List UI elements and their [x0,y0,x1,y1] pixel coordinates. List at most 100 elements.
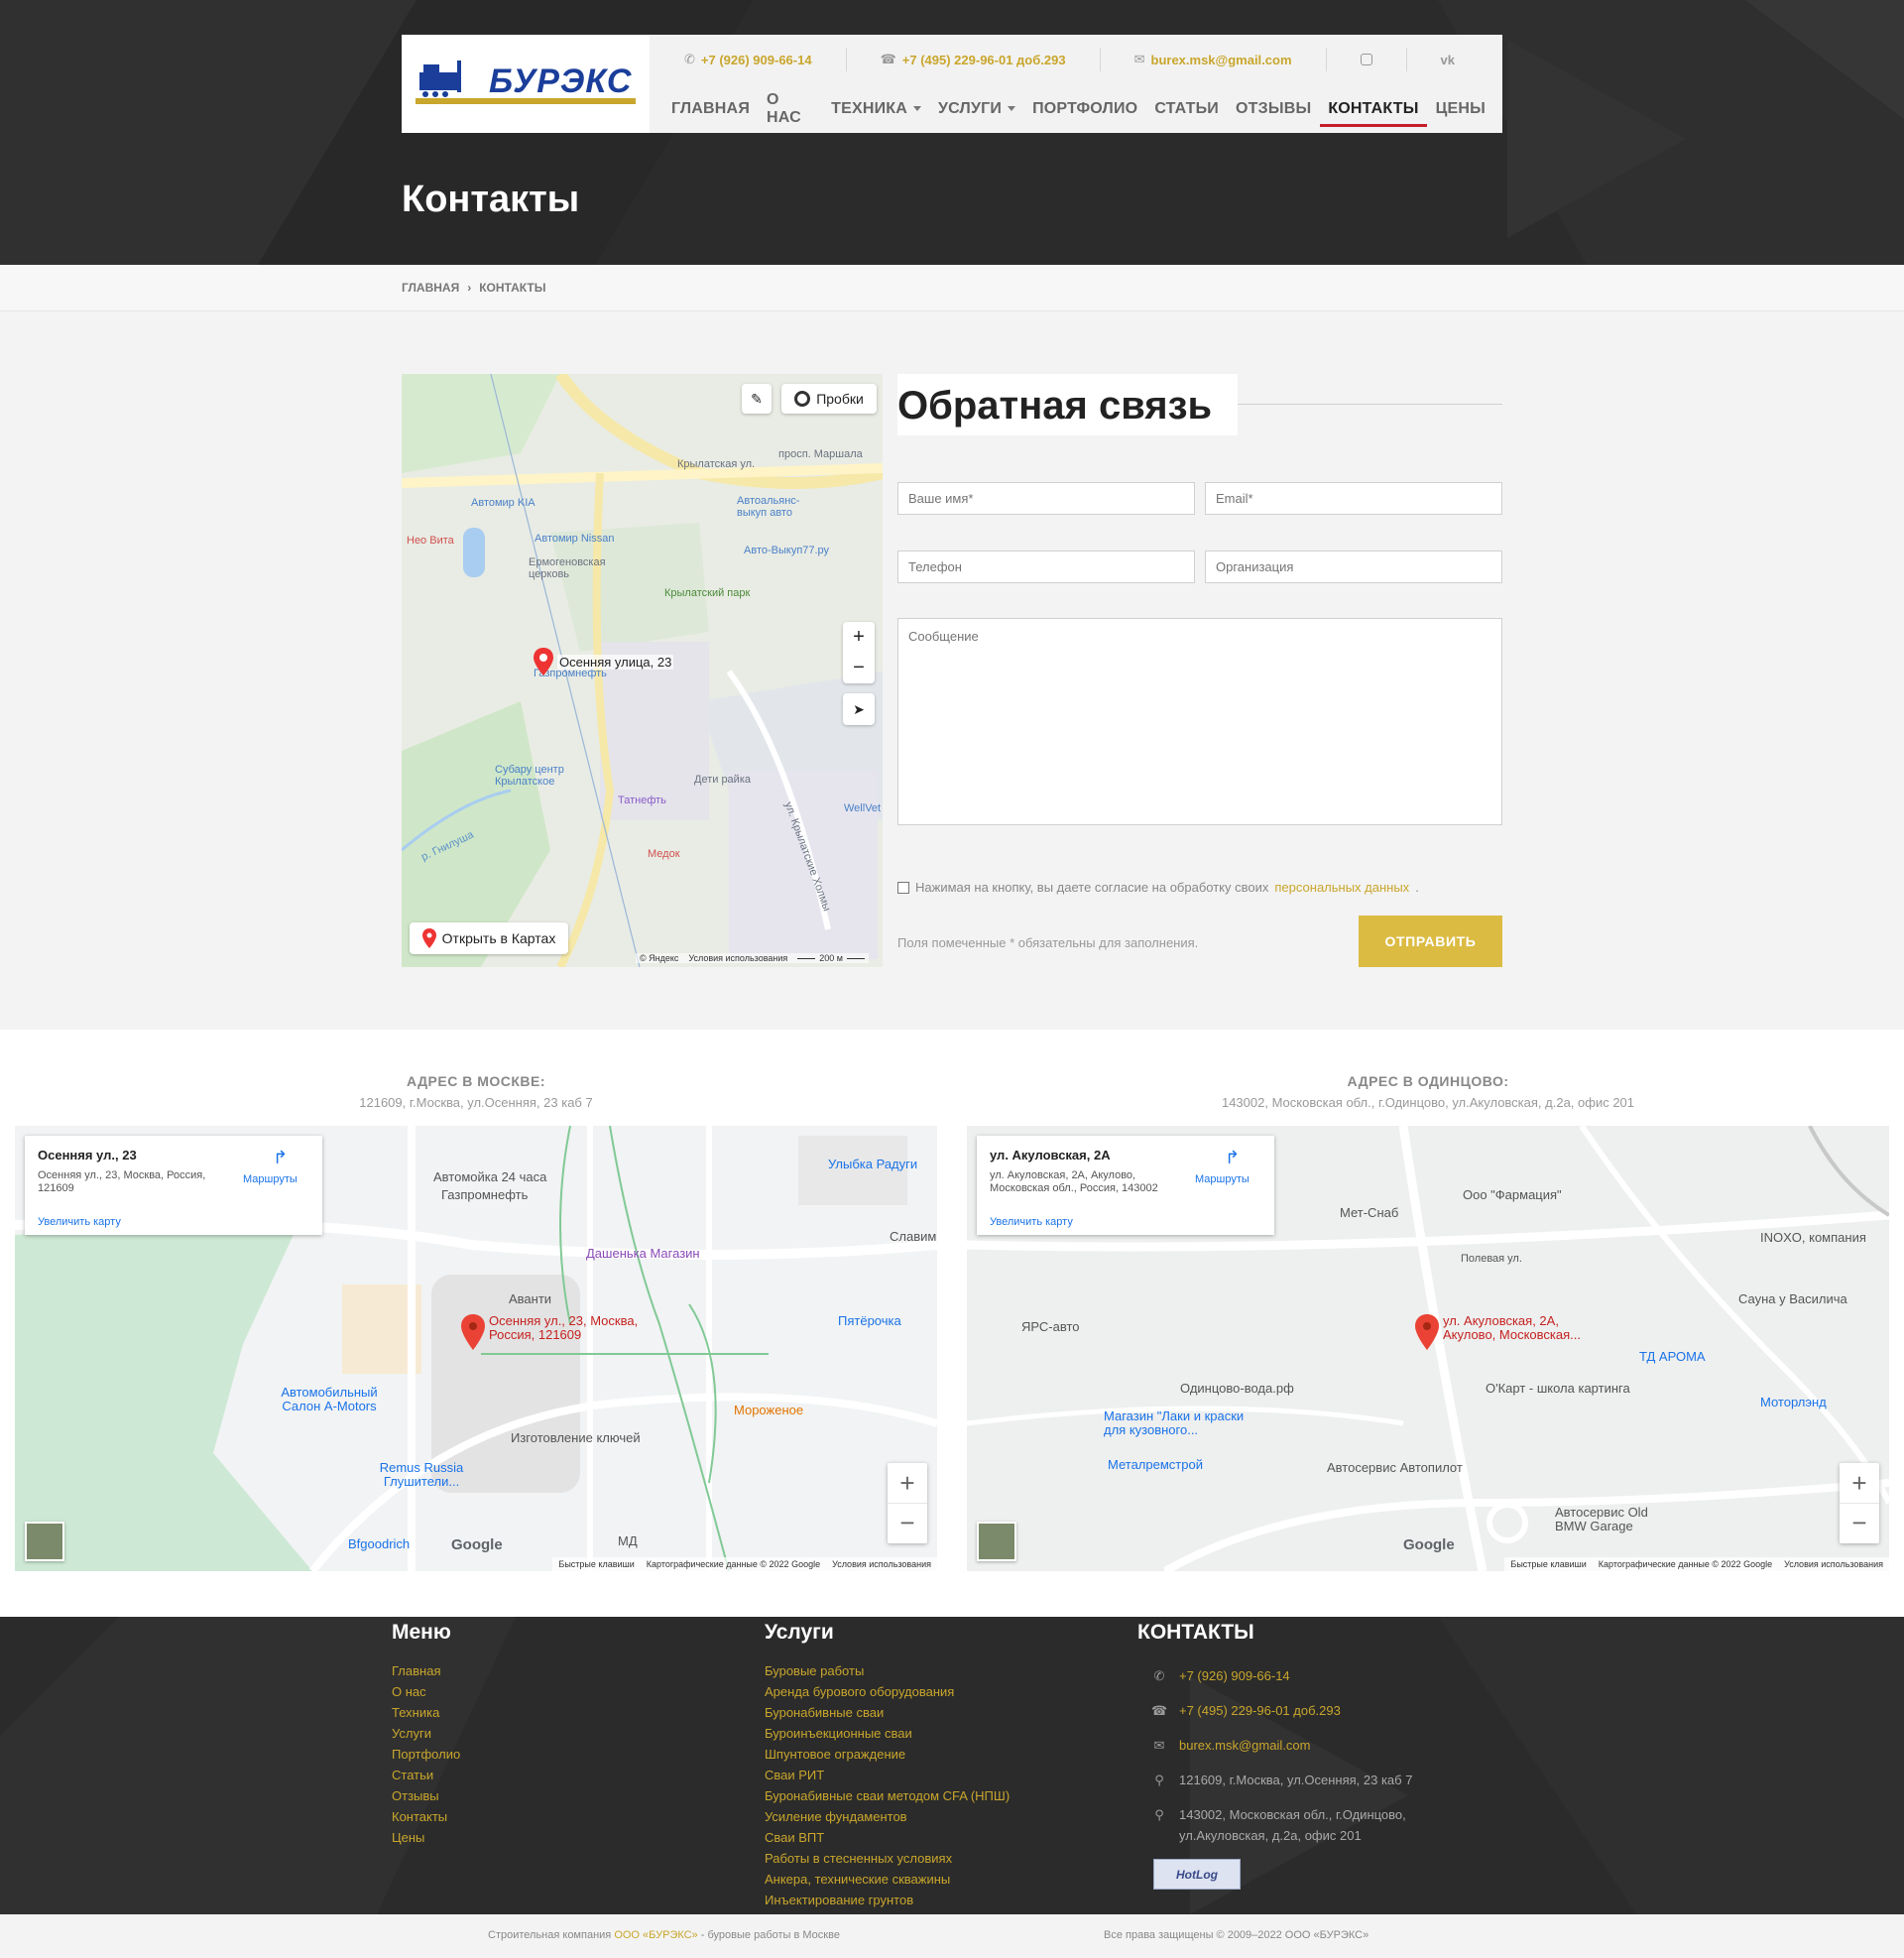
map-poi: Автоальянс-выкуп авто [737,495,800,519]
map-poi: Нео Вита [407,535,454,547]
nav-item-services[interactable]: УСЛУГИ [938,84,1016,133]
footer-service-item[interactable]: Буронабивные сваи методом CFA (НПШ) [765,1785,1010,1806]
footer-email[interactable]: ✉ burex.msk@gmail.com [1151,1735,1311,1756]
ruler-button[interactable]: ✎ [742,384,772,414]
copyright-right: Все права защищены © 2009–2022 ООО «БУРЭ… [1104,1929,1369,1941]
satellite-toggle[interactable] [25,1522,64,1561]
footer-service-item[interactable]: Буронабивные сваи [765,1702,1010,1723]
traffic-button[interactable]: Пробки [781,384,877,414]
name-input[interactable] [897,482,1195,515]
footer-service-item[interactable]: Анкера, технические скважины [765,1869,1010,1890]
footer-service-item[interactable]: Усиление фундаментов [765,1806,1010,1827]
map-label: Дашенька Магазин [586,1246,700,1261]
footer-menu-item[interactable]: Цены [392,1827,460,1848]
address-moscow-line: 121609, г.Москва, ул.Осенняя, 23 каб 7 [359,1095,593,1110]
map-marker[interactable]: Осенняя ул., 23, Москва, Россия, 121609 [461,1314,657,1350]
email-input[interactable] [1205,482,1502,515]
consent-checkbox[interactable] [897,881,909,894]
phone-input[interactable] [897,551,1195,583]
chevron-down-icon [913,106,922,111]
google-map-moscow[interactable]: Автомойка 24 часа Газпромнефть Улыбка Ра… [15,1126,937,1571]
nav-item-articles[interactable]: СТАТЬИ [1154,84,1219,133]
footer-service-item[interactable]: Работы в стесненных условиях [765,1848,1010,1869]
address-odintsovo-title: АДРЕС В ОДИНЦОВО: [1347,1073,1509,1089]
organization-input[interactable] [1205,551,1502,583]
map-pin-icon [534,648,553,675]
zoom-out-button[interactable]: − [1840,1503,1879,1542]
directions-link[interactable]: Маршруты [243,1173,298,1185]
map-footer: Быстрые клавиши Картографические данные … [552,1557,937,1571]
open-in-maps-button[interactable]: Открыть в Картах [410,922,568,954]
footer-menu-item[interactable]: Техника [392,1702,460,1723]
address-moscow-title: АДРЕС В МОСКВЕ: [406,1073,546,1089]
instagram-link[interactable] [1360,35,1372,84]
map-label: Автомойка 24 часа [433,1169,547,1184]
footer-service-item[interactable]: Сваи ВПТ [765,1827,1010,1848]
zoom-out-button[interactable]: − [853,653,865,683]
footer-service-item[interactable]: Шпунтовое ограждение [765,1744,1010,1765]
personal-data-link[interactable]: персональных данных [1274,880,1409,895]
map-poi: Татнефть [618,795,666,806]
yandex-map[interactable]: ✎ Пробки Крылатская ул. просп. Маршала Е… [402,374,883,967]
footer-phone-1[interactable]: ✆ +7 (926) 909-66-14 [1151,1665,1290,1686]
main-nav: ГЛАВНАЯ О НАС ТЕХНИКА УСЛУГИ ПОРТФОЛИО С… [650,84,1502,133]
footer-service-item[interactable]: Аренда бурового оборудования [765,1681,1010,1702]
map-label: Крылатская ул. [677,458,756,470]
zoom-in-button[interactable]: + [853,622,865,653]
enlarge-map-link[interactable]: Увеличить карту [38,1216,121,1228]
google-logo: Google [1403,1536,1455,1553]
directions-link[interactable]: Маршруты [1195,1173,1250,1185]
footer-service-item[interactable]: Инъектирование грунтов [765,1890,1010,1910]
zoom-in-button[interactable]: + [888,1463,927,1503]
footer-service-item[interactable]: Сваи РИТ [765,1765,1010,1785]
directions-icon[interactable]: ↱ [1225,1148,1240,1168]
map-poi: Автомир Nissan [535,533,615,545]
zoom-out-button[interactable]: − [888,1503,927,1542]
footer-menu-item[interactable]: Отзывы [392,1785,460,1806]
nav-item-contacts[interactable]: КОНТАКТЫ [1320,84,1427,133]
footer-menu-item[interactable]: О нас [392,1681,460,1702]
footer-menu-item[interactable]: Главная [392,1660,460,1681]
map-poi: Авто-Выкуп77.ру [744,545,830,556]
vk-link[interactable]: vk [1441,35,1455,84]
map-marker[interactable]: Осенняя улица, 23 [534,648,674,675]
nav-item-equipment[interactable]: ТЕХНИКА [831,84,922,133]
zoom-in-button[interactable]: + [1840,1463,1879,1503]
header-phone-1[interactable]: ✆ +7 (926) 909-66-14 [684,35,812,84]
footer-menu-item[interactable]: Контакты [392,1806,460,1827]
geolocation-button[interactable]: ➤ [843,693,875,725]
enlarge-map-link[interactable]: Увеличить карту [990,1216,1073,1228]
map-label: Славим [890,1229,937,1244]
map-footer: © Яндекс Условия использования 200 м [635,953,869,963]
hero-section: БУРЭКС ✆ +7 (926) 909-66-14 ☎ +7 (495) 2… [0,0,1904,265]
satellite-toggle[interactable] [977,1522,1016,1561]
zoom-control: + − [1840,1463,1879,1543]
nav-item-reviews[interactable]: ОТЗЫВЫ [1236,84,1311,133]
footer-service-item[interactable]: Буровые работы [765,1660,1010,1681]
header-email[interactable]: ✉ burex.msk@gmail.com [1134,35,1292,84]
company-link[interactable]: ООО «БУРЭКС» [614,1929,697,1941]
logo[interactable]: БУРЭКС [402,35,650,133]
nav-item-portfolio[interactable]: ПОРТФОЛИО [1032,84,1137,133]
google-map-odintsovo[interactable]: Ооо "Фармация" Мет-Снаб Полевая ул. INOX… [967,1126,1889,1571]
message-textarea[interactable] [897,618,1502,825]
footer-menu-item[interactable]: Портфолио [392,1744,460,1765]
map-label: Аванти [509,1291,552,1306]
footer-service-item[interactable]: Буроинъекционные сваи [765,1723,1010,1744]
directions-icon[interactable]: ↱ [273,1148,288,1168]
nav-item-prices[interactable]: ЦЕНЫ [1436,84,1486,133]
divider [1405,48,1407,71]
place-address: ул. Акуловская, 2А, Акулово, Московская … [990,1169,1158,1194]
nav-item-home[interactable]: ГЛАВНАЯ [671,84,750,133]
map-label: Улыбка Радуги [828,1157,918,1171]
map-marker-icon: ⚲ [1154,1773,1164,1787]
header-phone-2[interactable]: ☎ +7 (495) 229-96-01 доб.293 [881,35,1066,84]
nav-item-about[interactable]: О НАС [767,84,814,133]
footer-phone-2[interactable]: ☎ +7 (495) 229-96-01 доб.293 [1151,1700,1341,1721]
footer-menu-item[interactable]: Услуги [392,1723,460,1744]
hotlog-counter[interactable]: HotLog [1153,1859,1241,1890]
submit-button[interactable]: ОТПРАВИТЬ [1359,916,1502,967]
map-marker[interactable]: ул. Акуловская, 2А, Акулово, Московская.… [1415,1314,1602,1350]
footer-menu-item[interactable]: Статьи [392,1765,460,1785]
breadcrumb-home[interactable]: ГЛАВНАЯ [402,281,459,295]
